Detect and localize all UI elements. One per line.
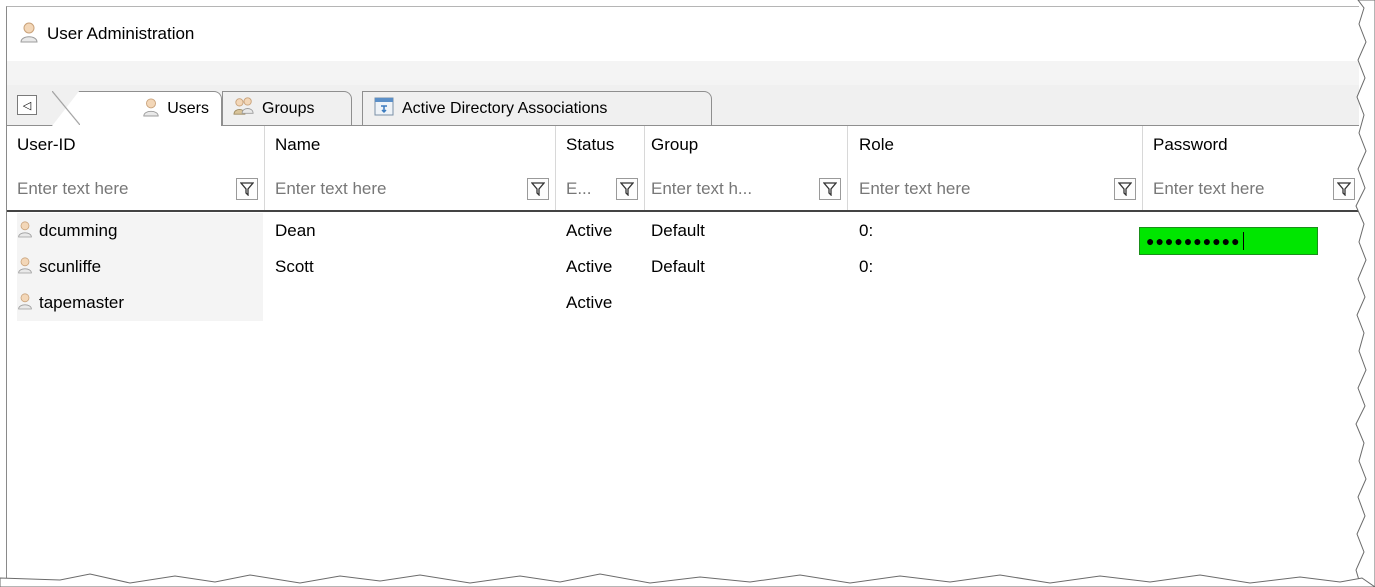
user-icon [142,97,160,122]
filter-role-input[interactable]: Enter text here [859,179,1114,199]
text-caret [1242,232,1244,250]
role-cell[interactable]: 0: [859,249,873,285]
user-id-cell[interactable]: tapemaster [17,285,263,321]
filter-user-id[interactable]: Enter text here [17,172,262,206]
filter-status[interactable]: E... [566,172,642,206]
user-id-value: tapemaster [39,293,125,312]
filter-user-id-input[interactable]: Enter text here [17,179,236,199]
filter-icon[interactable] [819,178,841,200]
tab-groups[interactable]: Groups [222,91,352,125]
scroll-tabs-left-button[interactable]: ◁ [17,95,37,115]
status-cell[interactable]: Active [566,285,612,321]
user-icon [17,255,33,280]
user-icon [17,219,33,244]
column-header-name[interactable]: Name [275,135,320,155]
name-cell[interactable]: Dean [275,213,316,249]
user-id-cell[interactable]: scunliffe [17,249,263,285]
column-separator[interactable] [264,126,265,210]
user-administration-window: User Administration ◁ Users Groups Activ… [6,6,1359,579]
header-divider [7,210,1359,212]
filter-name[interactable]: Enter text here [275,172,553,206]
column-header-password[interactable]: Password [1153,135,1228,155]
user-icon [19,21,39,48]
column-separator[interactable] [847,126,848,210]
column-separator[interactable] [1142,126,1143,210]
filter-status-input[interactable]: E... [566,179,616,199]
grid-header: User-ID Name Status Group Role Password … [7,126,1359,210]
filter-group[interactable]: Enter text h... [651,172,845,206]
groups-icon [233,96,255,121]
user-icon [17,291,33,316]
tab-active-directory-label: Active Directory Associations [402,99,608,117]
user-id-cell[interactable]: dcumming [17,213,263,249]
status-cell[interactable]: Active [566,249,612,285]
subheader-band [7,61,1359,85]
column-header-user-id[interactable]: User-ID [17,135,76,155]
status-cell[interactable]: Active [566,213,612,249]
user-id-value: dcumming [39,221,118,240]
chevron-left-icon: ◁ [22,99,32,112]
group-cell[interactable]: Default [651,213,705,249]
title-bar: User Administration [7,7,1359,61]
column-header-group[interactable]: Group [651,135,698,155]
filter-group-input[interactable]: Enter text h... [651,179,819,199]
filter-icon[interactable] [236,178,258,200]
tab-groups-label: Groups [262,99,315,117]
window-title: User Administration [47,24,195,43]
tab-users-edge [52,91,80,125]
table-row[interactable]: tapemaster Active [7,285,1359,321]
tab-users-label: Users [167,100,209,117]
column-header-status[interactable]: Status [566,135,614,155]
password-edit-field[interactable]: ●●●●●●●●●● [1139,227,1318,255]
directory-icon [373,95,395,122]
filter-icon[interactable] [1333,178,1355,200]
name-cell[interactable]: Scott [275,249,314,285]
filter-icon[interactable] [1114,178,1136,200]
tab-strip: ◁ Users Groups Active Directory Associat… [7,85,1359,126]
user-id-value: scunliffe [39,257,102,276]
column-header-role[interactable]: Role [859,135,894,155]
filter-icon[interactable] [616,178,638,200]
group-cell[interactable]: Default [651,249,705,285]
column-separator[interactable] [555,126,556,210]
filter-password[interactable]: Enter text here [1153,172,1359,206]
tab-active-directory-associations[interactable]: Active Directory Associations [362,91,712,125]
filter-role[interactable]: Enter text here [859,172,1140,206]
filter-password-input[interactable]: Enter text here [1153,179,1333,199]
filter-name-input[interactable]: Enter text here [275,179,527,199]
filter-icon[interactable] [527,178,549,200]
column-separator[interactable] [644,126,645,210]
password-masked-value: ●●●●●●●●●● [1146,233,1241,249]
role-cell[interactable]: 0: [859,213,873,249]
